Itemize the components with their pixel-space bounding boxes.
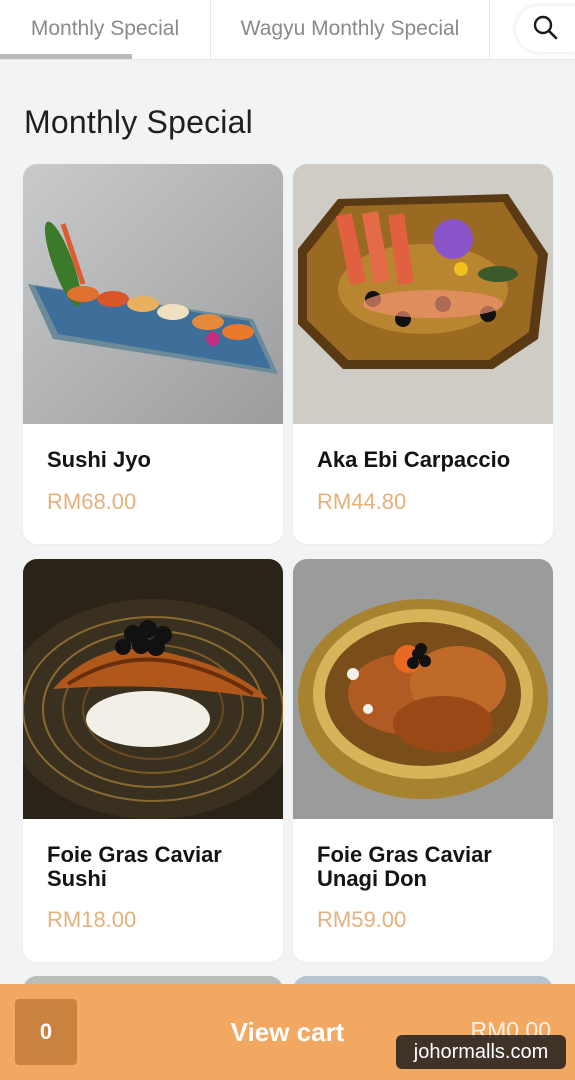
search-button[interactable] bbox=[516, 6, 575, 52]
menu-item-card[interactable]: Aka Ebi Carpaccio RM44.80 bbox=[293, 164, 553, 544]
tab-monthly-special[interactable]: Monthly Special bbox=[0, 0, 211, 58]
watermark: johormalls.com bbox=[396, 1035, 566, 1069]
cart-count-badge: 0 bbox=[15, 999, 77, 1065]
item-price: RM18.00 bbox=[47, 907, 137, 932]
food-image bbox=[23, 164, 283, 424]
food-image bbox=[293, 559, 553, 819]
item-name: Foie Gras Caviar Sushi bbox=[47, 842, 222, 891]
active-tab-indicator bbox=[0, 54, 132, 59]
category-tabs: Monthly Special Wagyu Monthly Special bbox=[0, 0, 575, 60]
item-name: Sushi Jyo bbox=[47, 447, 151, 472]
item-name: Aka Ebi Carpaccio bbox=[317, 447, 511, 472]
food-image bbox=[293, 164, 553, 424]
item-price: RM59.00 bbox=[317, 907, 407, 932]
tab-label: Wagyu Monthly Special bbox=[240, 17, 460, 40]
menu-item-card[interactable]: Foie Gras Caviar Unagi Don RM59.00 bbox=[293, 559, 553, 962]
search-icon bbox=[532, 14, 558, 45]
item-name: Foie Gras Caviar Unagi Don bbox=[317, 842, 492, 891]
tab-label: Monthly Special bbox=[30, 17, 180, 40]
menu-item-card[interactable]: Foie Gras Caviar Sushi RM18.00 bbox=[23, 559, 283, 962]
food-image bbox=[23, 559, 283, 819]
item-price: RM68.00 bbox=[47, 489, 137, 514]
tab-wagyu-monthly-special[interactable]: Wagyu Monthly Special bbox=[211, 0, 490, 58]
item-price: RM44.80 bbox=[317, 489, 407, 514]
menu-item-card[interactable]: Sushi Jyo RM68.00 bbox=[23, 164, 283, 544]
section-title: Monthly Special bbox=[24, 104, 253, 140]
